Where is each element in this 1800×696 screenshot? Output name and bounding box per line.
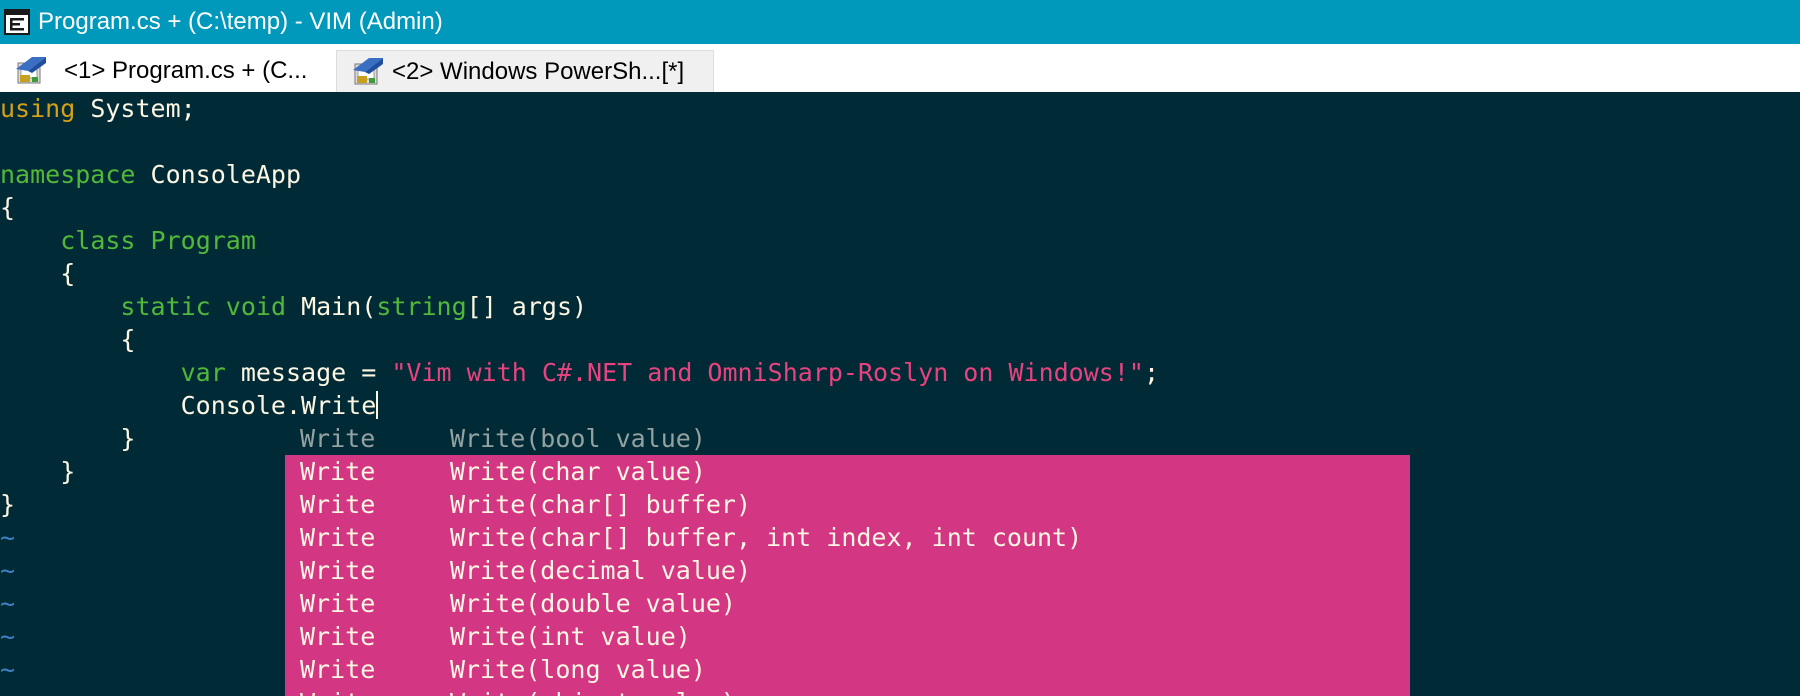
keyword: var [180, 358, 226, 387]
code-text: ; [1143, 358, 1159, 387]
vim-icon [353, 58, 383, 85]
code-line: namespace ConsoleApp [0, 158, 301, 191]
completion-signature: Write(object value) [450, 686, 736, 696]
completion-signature: Write(double value) [450, 589, 736, 618]
completion-signature: Write(int value) [450, 622, 691, 651]
empty-line-marker: ~ [0, 655, 16, 684]
empty-line-marker: ~ [0, 556, 16, 585]
code-text: ConsoleApp [135, 160, 302, 189]
code-line: { [0, 191, 15, 224]
code-text: { [0, 193, 16, 222]
completion-signature: Write(char[] buffer, int index, int coun… [450, 523, 1083, 552]
tab-powershell[interactable]: <2> Windows PowerSh...[*] [336, 50, 714, 92]
tab-label: <2> Windows PowerSh...[*] [392, 58, 685, 85]
code-text: [] args) [466, 292, 588, 321]
tab-label: <1> Program.cs + (C... [64, 57, 308, 84]
completion-item[interactable]: Write Write(double value) [285, 587, 1410, 620]
completion-word: Write [300, 556, 376, 585]
completion-item[interactable]: Write Write(decimal value) [285, 554, 1410, 587]
vim-icon [16, 57, 46, 84]
tab-bar: <1> Program.cs + (C... <2> Windows Power… [0, 44, 1800, 92]
keyword: namespace [0, 160, 136, 189]
completion-word: Write [300, 523, 376, 552]
code-line: Console.Write [0, 389, 379, 422]
title-bar[interactable]: Program.cs + (C:\temp) - VIM (Admin) [0, 0, 1800, 44]
code-text: } [0, 490, 16, 519]
keyword: static [120, 292, 211, 321]
code-line: var message = "Vim with C#.NET and OmniS… [0, 356, 1159, 389]
type-name: Program [135, 226, 256, 255]
console-icon[interactable] [4, 9, 30, 35]
code-line: { [0, 323, 135, 356]
completion-word: Write [300, 655, 376, 684]
completion-word: Write [300, 424, 376, 453]
code-line: static void Main(string[] args) [0, 290, 587, 323]
empty-line-marker: ~ [0, 523, 16, 552]
keyword: void [225, 292, 287, 321]
code-line: using System; [0, 92, 196, 125]
code-line: } [0, 488, 15, 521]
code-text: } [0, 457, 76, 486]
text-cursor [376, 391, 379, 419]
empty-line-marker: ~ [0, 622, 16, 651]
code-text: { [0, 325, 136, 354]
completion-item[interactable]: Write Write(char[] buffer, int index, in… [285, 521, 1410, 554]
window-title: Program.cs + (C:\temp) - VIM (Admin) [38, 8, 443, 35]
code-text: System; [75, 94, 196, 123]
completion-item[interactable]: Write Write(long value) [285, 653, 1410, 686]
completion-signature: Write(bool value) [450, 424, 706, 453]
tab-program-cs[interactable]: <1> Program.cs + (C... [0, 50, 336, 92]
completion-item[interactable]: Write Write(char value) [285, 455, 1410, 488]
code-text: message = [225, 358, 392, 387]
code-text: { [0, 259, 76, 288]
code-text: } [0, 424, 136, 453]
completion-signature: Write(decimal value) [450, 556, 752, 585]
completion-signature: Write(char value) [450, 457, 706, 486]
keyword: class [60, 226, 136, 255]
completion-item[interactable]: Write Write(int value) [285, 620, 1410, 653]
string-literal: "Vim with C#.NET and OmniSharp-Roslyn on… [391, 358, 1144, 387]
code-line: } [0, 455, 75, 488]
completion-signature: Write(char[] buffer) [450, 490, 752, 519]
code-line: class Program [0, 224, 256, 257]
completion-word: Write [300, 589, 376, 618]
completion-item[interactable]: Write Write(object value) [285, 686, 1410, 696]
completion-word: Write [300, 490, 376, 519]
completion-word: Write [300, 457, 376, 486]
completion-item[interactable]: Write Write(bool value) [285, 422, 1410, 455]
completion-signature: Write(long value) [450, 655, 706, 684]
code-text: Main( [286, 292, 377, 321]
completion-word: Write [300, 686, 375, 696]
keyword: using [0, 94, 76, 123]
keyword: string [376, 292, 467, 321]
editor-buffer[interactable]: using System; namespace ConsoleApp { cla… [0, 92, 1800, 696]
code-text: Console.Write [0, 391, 377, 420]
code-line: } [0, 422, 135, 455]
completion-item[interactable]: Write Write(char[] buffer) [285, 488, 1410, 521]
code-line: { [0, 257, 75, 290]
empty-line-marker: ~ [0, 589, 16, 618]
completion-word: Write [300, 622, 376, 651]
